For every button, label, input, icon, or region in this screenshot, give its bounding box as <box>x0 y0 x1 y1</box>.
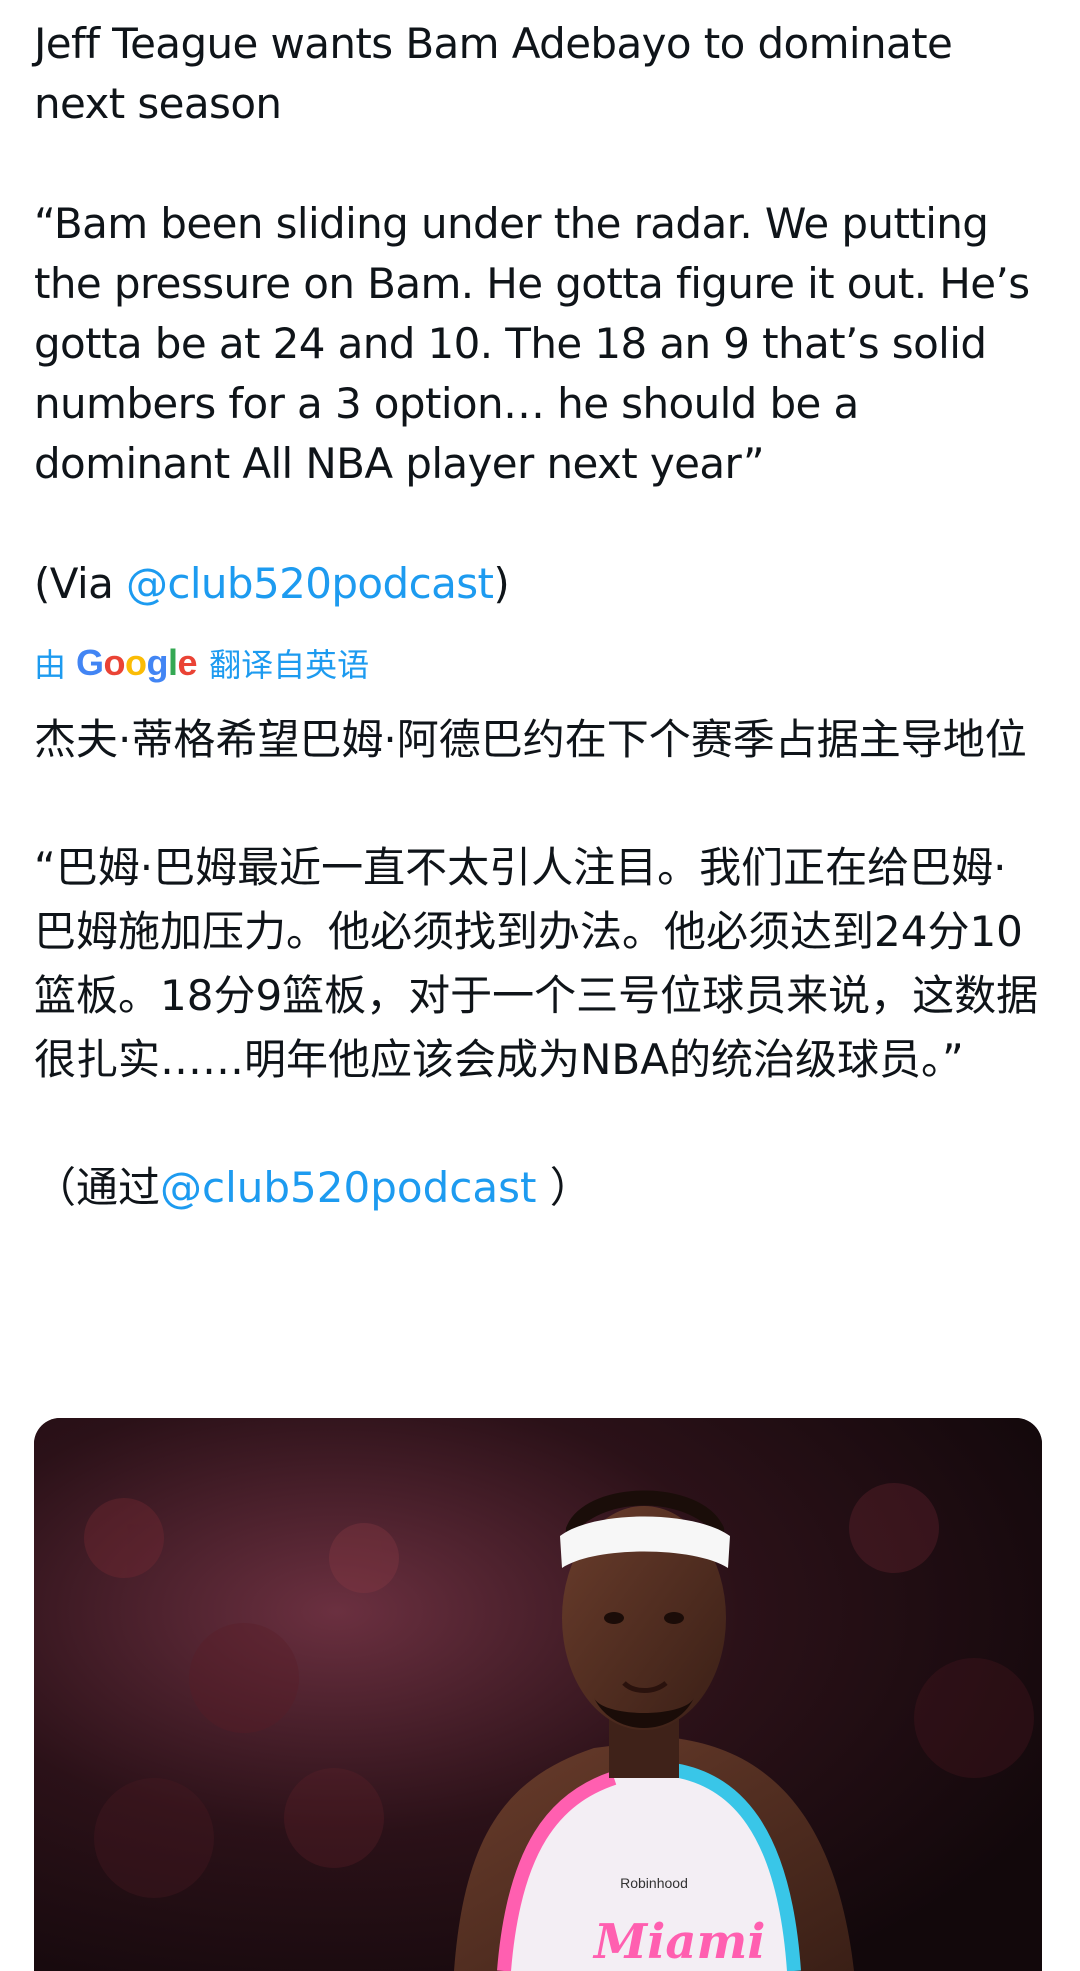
translated-by-label: 由 <box>34 646 67 684</box>
player-photo-illustration: Robinhood Miami <box>34 1418 1042 1971</box>
translated-via-line: （通过@club520podcast ） <box>34 1156 1046 1220</box>
jersey-sponsor-text: Robinhood <box>620 1875 688 1891</box>
via-line: (Via @club520podcast) <box>34 554 1046 614</box>
translated-quote: “巴姆·巴姆最近一直不太引人注目。我们正在给巴姆·巴姆施加压力。他必须找到办法。… <box>34 843 1039 1084</box>
translated-via-prefix: （通过 <box>34 1163 161 1212</box>
tweet-photo[interactable]: Robinhood Miami <box>34 1418 1042 1971</box>
translated-headline: 杰夫·蒂格希望巴姆·阿德巴约在下个赛季占据主导地位 <box>34 715 1027 764</box>
via-suffix: ) <box>493 559 510 608</box>
tweet-headline: Jeff Teague wants Bam Adebayo to dominat… <box>34 19 966 128</box>
translated-from-label: 翻译自英语 <box>209 646 370 684</box>
translated-via-suffix: ） <box>536 1163 592 1212</box>
tweet-body: Jeff Teague wants Bam Adebayo to dominat… <box>34 14 1046 1220</box>
translated-mention-link[interactable]: @club520podcast <box>160 1163 536 1212</box>
via-prefix: (Via <box>34 559 126 608</box>
tweet-quote: “Bam been sliding under the radar. We pu… <box>34 199 1043 488</box>
google-logo: Google <box>76 642 198 683</box>
translated-by-google[interactable]: 由 Google 翻译自英语 <box>34 638 1046 688</box>
mention-link[interactable]: @club520podcast <box>126 559 494 608</box>
jersey-wordmark: Miami <box>592 1914 766 1970</box>
